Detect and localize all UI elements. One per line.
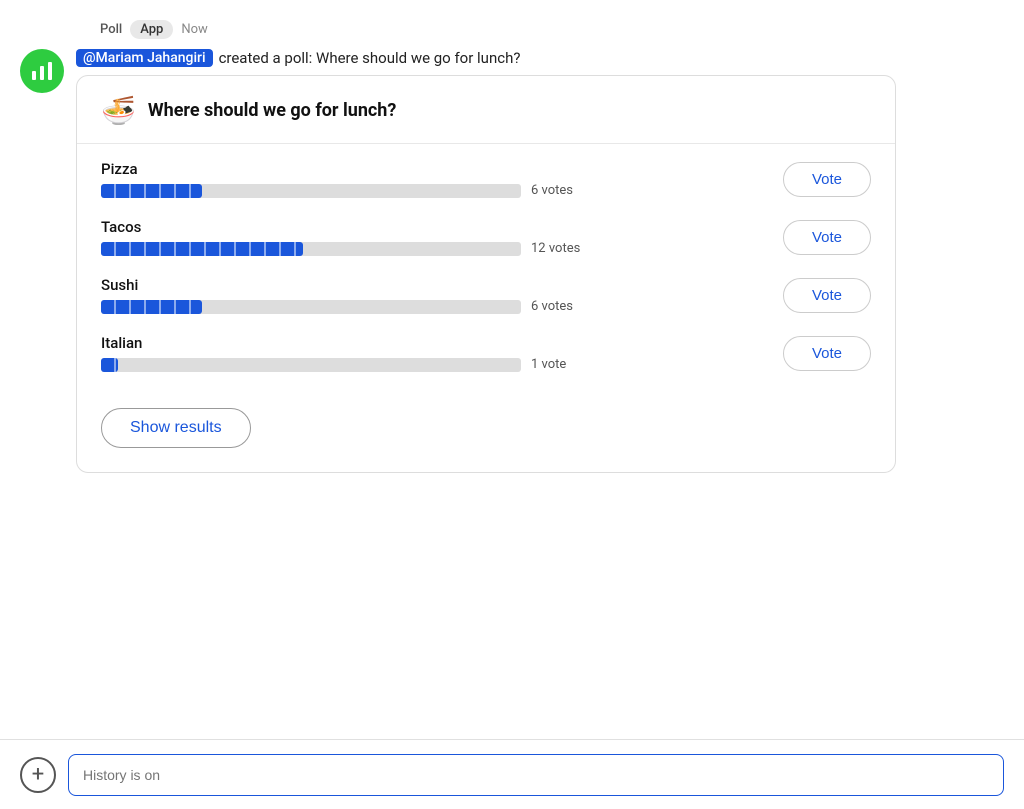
bar-fill-italian	[101, 358, 118, 372]
vote-button-sushi[interactable]: Vote	[783, 278, 871, 313]
poll-option-pizza: Pizza 6 votes Vote	[101, 160, 871, 198]
bar-fill-tacos	[101, 242, 303, 256]
option-left-tacos: Tacos 12 votes	[101, 218, 767, 256]
bar-fill-sushi	[101, 300, 202, 314]
message-body: @Mariam Jahangiri created a poll: Where …	[76, 49, 1004, 473]
vote-count-tacos: 12 votes	[531, 241, 586, 256]
vote-button-italian[interactable]: Vote	[783, 336, 871, 371]
meta-tag: App	[130, 20, 173, 39]
option-left-sushi: Sushi 6 votes	[101, 276, 767, 314]
option-label-tacos: Tacos	[101, 218, 767, 236]
poll-card: 🍜 Where should we go for lunch? Pizza	[76, 75, 896, 473]
bar-row-pizza: 6 votes	[101, 183, 767, 198]
message-input[interactable]	[68, 754, 1004, 796]
vote-count-italian: 1 vote	[531, 357, 586, 372]
vote-count-pizza: 6 votes	[531, 183, 586, 198]
vote-button-pizza[interactable]: Vote	[783, 162, 871, 197]
option-left-italian: Italian 1 vote	[101, 334, 767, 372]
poll-title: Where should we go for lunch?	[148, 100, 396, 121]
bar-row-italian: 1 vote	[101, 357, 767, 372]
meta-label: Poll	[100, 22, 122, 37]
mention-tag[interactable]: @Mariam Jahangiri	[76, 49, 213, 67]
option-label-sushi: Sushi	[101, 276, 767, 294]
add-button[interactable]: +	[20, 757, 56, 793]
poll-option-sushi: Sushi 6 votes Vote	[101, 276, 871, 314]
poll-option-italian: Italian 1 vote Vote	[101, 334, 871, 372]
bar-track-pizza	[101, 184, 521, 198]
message-text: created a poll: Where should we go for l…	[219, 49, 521, 67]
bar-track-tacos	[101, 242, 521, 256]
meta-time: Now	[181, 22, 207, 37]
show-results-button[interactable]: Show results	[101, 408, 251, 448]
vote-count-sushi: 6 votes	[531, 299, 586, 314]
bar-row-sushi: 6 votes	[101, 299, 767, 314]
bar-track-italian	[101, 358, 521, 372]
message-header: @Mariam Jahangiri created a poll: Where …	[76, 49, 1004, 67]
poll-emoji: 🍜	[101, 94, 136, 127]
message-row: @Mariam Jahangiri created a poll: Where …	[20, 49, 1004, 473]
poll-header: 🍜 Where should we go for lunch?	[77, 76, 895, 144]
bottom-bar: +	[0, 739, 1024, 809]
poll-footer: Show results	[77, 392, 895, 472]
option-left-pizza: Pizza 6 votes	[101, 160, 767, 198]
poll-options: Pizza 6 votes Vote	[77, 144, 895, 392]
meta-bar: Poll App Now	[100, 20, 1004, 39]
poll-option-tacos: Tacos 12 votes Vote	[101, 218, 871, 256]
bar-row-tacos: 12 votes	[101, 241, 767, 256]
bar-track-sushi	[101, 300, 521, 314]
bar-fill-pizza	[101, 184, 202, 198]
avatar	[20, 49, 64, 93]
poll-icon	[30, 59, 54, 83]
option-label-italian: Italian	[101, 334, 767, 352]
option-label-pizza: Pizza	[101, 160, 767, 178]
vote-button-tacos[interactable]: Vote	[783, 220, 871, 255]
main-content: Poll App Now @Mariam Jahangiri created a…	[0, 0, 1024, 809]
